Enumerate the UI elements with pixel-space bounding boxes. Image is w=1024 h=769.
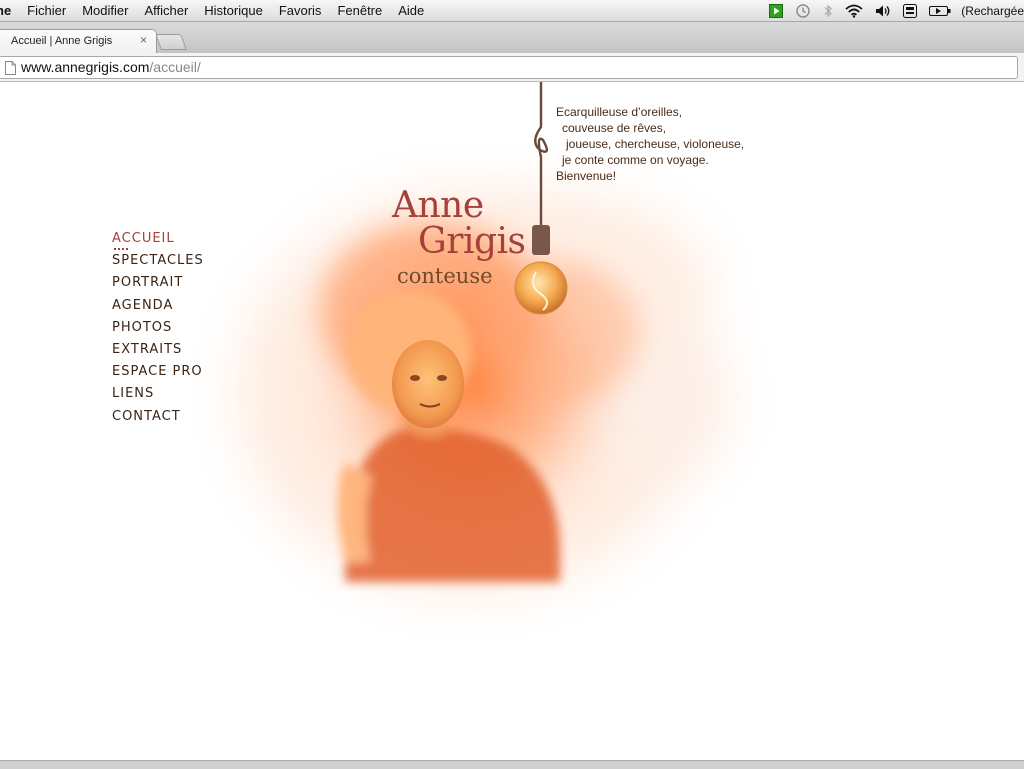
tagline-line-2: couveuse de rêves, (562, 121, 667, 135)
url-path: /accueil/ (149, 59, 201, 75)
nav-extraits[interactable]: EXTRAITS (112, 341, 204, 363)
nav-accueil[interactable]: ACCUEIL (112, 230, 204, 252)
url-domain: www.annegrigis.com (21, 59, 150, 75)
nav-contact[interactable]: CONTACT (112, 408, 204, 430)
face (392, 340, 464, 428)
tagline-line-5: Bienvenue! (556, 169, 617, 183)
battery-status-label: (Rechargée (961, 3, 1024, 18)
tab-title: Accueil | Anne Grigis (11, 35, 113, 47)
bluetooth-icon[interactable] (823, 0, 833, 21)
status-area: (Rechargée (763, 0, 1024, 21)
tagline-line-3: joueuse, chercheuse, violoneuse, (566, 137, 745, 151)
site-title-first-name: Anne (392, 185, 484, 226)
menu-aide[interactable]: Aide (390, 0, 432, 21)
tagline-line-1: Ecarquilleuse d’oreilles, (556, 105, 683, 119)
nav-agenda[interactable]: AGENDA (112, 297, 204, 319)
nav-spectacles[interactable]: SPECTACLES (112, 252, 204, 274)
nav-espace-pro[interactable]: ESPACE PRO (112, 363, 204, 385)
site-title-last-name: Grigis (418, 221, 526, 262)
menu-historique[interactable]: Historique (196, 0, 271, 21)
menu-list: ne Fichier Modifier Afficher Historique … (0, 0, 432, 21)
tab-accueil[interactable]: Accueil | Anne Grigis × (0, 29, 157, 54)
menu-app-name[interactable]: ne (0, 0, 19, 21)
menu-modifier[interactable]: Modifier (74, 0, 136, 21)
new-tab-button[interactable] (155, 34, 187, 50)
url-text: www.annegrigis.com/accueil/ (21, 57, 201, 78)
nav-liens[interactable]: LIENS (112, 385, 204, 407)
nav-portrait[interactable]: PORTRAIT (112, 274, 204, 296)
web-page: ACCUEIL SPECTACLES PORTRAIT AGENDA PHOTO… (0, 82, 1024, 760)
nav-photos[interactable]: PHOTOS (112, 319, 204, 341)
tagline-line-4: je conte comme on voyage. (562, 153, 709, 167)
time-machine-icon[interactable] (795, 0, 811, 21)
address-bar: www.annegrigis.com/accueil/ (0, 53, 1024, 82)
media-icon[interactable] (769, 0, 784, 21)
url-input[interactable]: www.annegrigis.com/accueil/ (0, 56, 1018, 79)
menu-fichier[interactable]: Fichier (19, 0, 74, 21)
menu-favoris[interactable]: Favoris (271, 0, 330, 21)
keyboard-icon[interactable] (903, 0, 918, 21)
volume-icon[interactable] (875, 0, 891, 21)
main-navigation: ACCUEIL SPECTACLES PORTRAIT AGENDA PHOTO… (112, 230, 204, 430)
menu-afficher[interactable]: Afficher (136, 0, 196, 21)
menu-bar: ne Fichier Modifier Afficher Historique … (0, 0, 1024, 22)
page-icon (5, 60, 16, 81)
close-icon[interactable]: × (140, 33, 147, 47)
wifi-icon[interactable] (845, 0, 863, 21)
menu-fenetre[interactable]: Fenêtre (329, 0, 390, 21)
tagline: Ecarquilleuse d’oreilles, couveuse de rê… (556, 104, 744, 184)
battery-icon[interactable] (929, 0, 951, 21)
site-subtitle: conteuse (397, 264, 493, 288)
tab-strip: Accueil | Anne Grigis × (0, 22, 1024, 54)
